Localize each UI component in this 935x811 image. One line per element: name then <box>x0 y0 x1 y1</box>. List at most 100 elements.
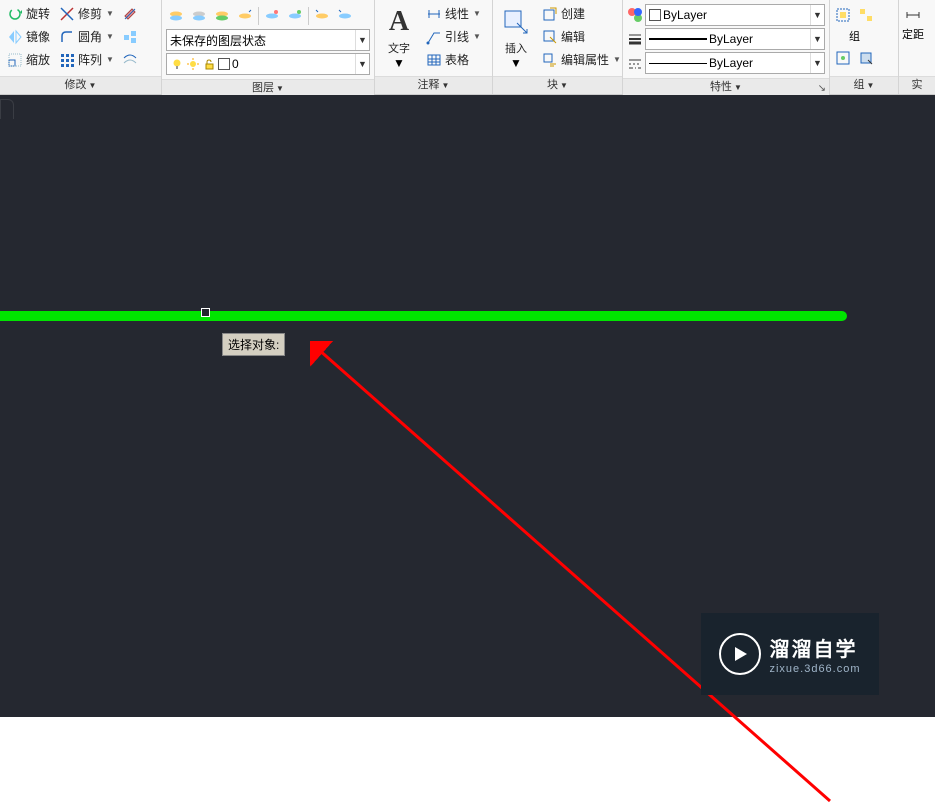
insert-label: 插入 <box>505 40 527 56</box>
panel-block: 插入 ▼ 创建 编辑 编辑属性 ▼ 块▼ <box>493 0 623 94</box>
bylayer-label-2: ByLayer <box>709 32 753 46</box>
layer-name-label: 0 <box>232 57 239 71</box>
leader-icon <box>426 29 442 45</box>
table-icon <box>426 52 442 68</box>
lineweight-icon[interactable] <box>627 31 643 47</box>
group-tool-2[interactable] <box>856 3 876 26</box>
layer-combo[interactable]: 0 ▼ <box>166 53 370 75</box>
layer-color-swatch <box>218 58 230 70</box>
sun-icon <box>186 57 200 71</box>
panel-layer: 未保存的图层状态 ▼ 0 ▼ 图层▼ <box>162 0 375 94</box>
fillet-icon <box>59 29 75 45</box>
layer-icon <box>314 8 330 24</box>
dropdown-arrow-icon: ▼ <box>473 9 481 18</box>
panel-title-properties[interactable]: 特性▼↘ <box>623 78 829 96</box>
layer-tool-5[interactable] <box>262 4 282 27</box>
mirror-button[interactable]: 镜像 <box>3 25 54 48</box>
panel-modify: 旋转 修剪 ▼ 镜像 <box>0 0 162 94</box>
expand-arrow-icon: ▼ <box>442 81 450 90</box>
explode-button[interactable] <box>119 25 141 48</box>
layer-tool-8[interactable] <box>335 4 355 27</box>
array-button[interactable]: 阵列 ▼ <box>55 48 118 71</box>
linetype-icon[interactable] <box>627 55 643 71</box>
layer-tool-4[interactable] <box>235 4 255 27</box>
edit-label: 编辑 <box>561 28 585 45</box>
panel-title-group[interactable]: 组▼ <box>830 76 898 94</box>
layer-icon <box>337 8 353 24</box>
trim-button[interactable]: 修剪 ▼ <box>55 2 118 25</box>
linear-button[interactable]: 线性 ▼ <box>422 2 485 25</box>
layer-icon <box>287 8 303 24</box>
layer-tool-7[interactable] <box>312 4 332 27</box>
mirror-label: 镜像 <box>26 28 50 45</box>
file-tab[interactable] <box>0 99 14 119</box>
expand-arrow-icon: ▼ <box>560 81 568 90</box>
group-tool-3[interactable] <box>833 46 853 69</box>
panel-title-block[interactable]: 块▼ <box>493 76 622 94</box>
leader-button[interactable]: 引线 ▼ <box>422 25 485 48</box>
ribbon: 旋转 修剪 ▼ 镜像 <box>0 0 935 95</box>
dropdown-arrow-icon: ▼ <box>510 56 522 70</box>
bylayer-label-1: ByLayer <box>663 8 707 22</box>
group-tool-1[interactable] <box>833 3 853 26</box>
dropdown-arrow-icon: ▼ <box>810 5 824 25</box>
panel-annotate: A 文字 ▼ 线性 ▼ 引线 ▼ 表格 <box>375 0 493 94</box>
expand-arrow-icon: ▼ <box>734 83 742 92</box>
offset-button[interactable] <box>119 48 141 71</box>
measure-button[interactable] <box>902 3 924 26</box>
rotate-icon <box>7 6 23 22</box>
group-edit-icon <box>835 50 851 66</box>
group-tool-4[interactable] <box>856 46 876 69</box>
lineweight-sample <box>649 38 707 40</box>
table-button[interactable]: 表格 <box>422 48 485 71</box>
layer-icon <box>214 8 230 24</box>
match-properties-icon[interactable] <box>627 7 643 23</box>
linear-dim-icon <box>426 6 442 22</box>
measure-icon <box>905 7 921 23</box>
trim-icon <box>59 6 75 22</box>
layer-icon <box>237 8 253 24</box>
rotate-button[interactable]: 旋转 <box>3 2 54 25</box>
editattr-label: 编辑属性 <box>561 51 609 68</box>
polyline-object[interactable] <box>0 311 847 321</box>
annotation-arrow <box>310 341 870 811</box>
edit-button[interactable]: 编辑 <box>538 25 625 48</box>
layer-tool-6[interactable] <box>285 4 305 27</box>
edit-block-icon <box>542 29 558 45</box>
insert-button[interactable]: 插入 ▼ <box>496 2 536 74</box>
text-button[interactable]: A 文字 ▼ <box>378 2 420 74</box>
dropdown-arrow-icon: ▼ <box>473 32 481 41</box>
rotate-label: 旋转 <box>26 5 50 22</box>
layer-tool-3[interactable] <box>212 4 232 27</box>
explode-icon <box>122 29 138 45</box>
expand-arrow-icon: ▼ <box>89 81 97 90</box>
dropdown-arrow-icon: ▼ <box>810 29 824 49</box>
lineweight-combo[interactable]: ByLayer ▼ <box>645 28 825 50</box>
editattr-button[interactable]: 编辑属性 ▼ <box>538 48 625 71</box>
bylayer-label-3: ByLayer <box>709 56 753 70</box>
dist-label: 定距 <box>902 26 924 42</box>
insert-icon <box>500 6 532 38</box>
watermark: 溜溜自学 zixue.3d66.com <box>701 613 879 695</box>
layer-tool-2[interactable] <box>189 4 209 27</box>
command-tooltip: 选择对象: <box>222 333 285 356</box>
layer-tool-1[interactable] <box>166 4 186 27</box>
create-label: 创建 <box>561 5 585 22</box>
panel-title-utilities[interactable]: 实 <box>899 76 935 94</box>
erase-button[interactable] <box>119 2 141 25</box>
fillet-button[interactable]: 圆角 ▼ <box>55 25 118 48</box>
scale-button[interactable]: 缩放 <box>3 48 54 71</box>
linetype-combo[interactable]: ByLayer ▼ <box>645 52 825 74</box>
scale-label: 缩放 <box>26 51 50 68</box>
canvas-inner: 选择对象: 溜溜自学 zixue.3d66.com <box>0 121 935 717</box>
panel-title-modify[interactable]: 修改▼ <box>0 76 161 94</box>
color-combo[interactable]: ByLayer ▼ <box>645 4 825 26</box>
layer-state-combo[interactable]: 未保存的图层状态 ▼ <box>166 29 370 51</box>
drawing-canvas[interactable]: 选择对象: 溜溜自学 zixue.3d66.com <box>0 95 935 717</box>
dropdown-arrow-icon: ▼ <box>106 32 114 41</box>
watermark-title: 溜溜自学 <box>769 633 860 662</box>
dropdown-arrow-icon: ▼ <box>613 55 621 64</box>
create-button[interactable]: 创建 <box>538 2 625 25</box>
dropdown-arrow-icon: ▼ <box>355 54 369 74</box>
panel-title-annotate[interactable]: 注释▼ <box>375 76 492 94</box>
